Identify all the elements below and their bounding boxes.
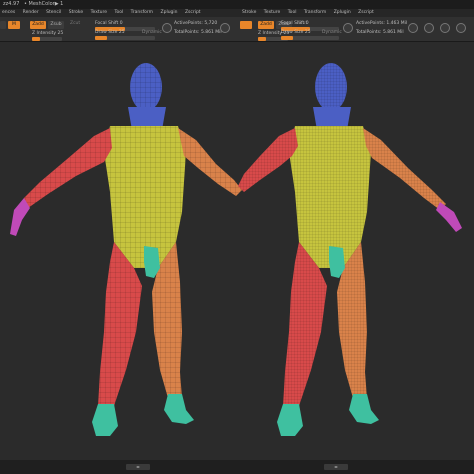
foot-right-polygroup xyxy=(277,404,303,436)
total-points-readout-right: TotalPoints: 5.861 Mil xyxy=(356,30,404,35)
menu-item[interactable]: Stroke xyxy=(242,10,256,15)
settings-icon[interactable] xyxy=(440,23,450,33)
rgb-button[interactable] xyxy=(0,21,6,29)
menu-left: ences Render Stencil Stroke Texture Tool… xyxy=(2,9,207,17)
title-bar: zz4.97 • MeshColor▶ 1 xyxy=(0,0,474,9)
zsub-button[interactable]: Zsub xyxy=(48,21,64,29)
menu-item[interactable]: Stroke xyxy=(69,10,83,15)
menu-item[interactable]: Texture xyxy=(91,10,107,15)
camera-icon[interactable] xyxy=(424,23,434,33)
hand-right-polygroup xyxy=(10,198,30,236)
active-points-readout: ActivePoints: 5,720 xyxy=(174,21,218,26)
sculptris-icon-right[interactable] xyxy=(408,23,418,33)
menu-item[interactable]: Zplugin xyxy=(161,10,178,15)
bottom-tab-right[interactable]: ◂▸ xyxy=(324,464,348,470)
hand-left-polygroup xyxy=(436,202,462,232)
foot-right-polygroup xyxy=(92,404,118,436)
foot-left-polygroup xyxy=(164,394,194,424)
bottom-tab-left[interactable]: ◂▸ xyxy=(126,464,150,470)
foot-left-polygroup xyxy=(349,394,379,424)
lightbox-icon[interactable] xyxy=(162,23,172,33)
document-name[interactable]: • MeshColor▶ 1 xyxy=(24,1,63,7)
menu-item[interactable]: Transform xyxy=(131,10,153,15)
menu-item[interactable]: Texture xyxy=(264,10,280,15)
zadd-button-right[interactable]: Zadd xyxy=(258,21,274,29)
mrgb-button[interactable]: M xyxy=(8,21,20,29)
sculptris-icon[interactable] xyxy=(220,23,230,33)
menu-item[interactable]: Transform xyxy=(304,10,326,15)
menu-item[interactable]: Render xyxy=(23,10,39,15)
draw-size-slider[interactable] xyxy=(95,36,155,40)
dynamic-toggle[interactable]: Dynamic xyxy=(142,30,162,36)
total-points-readout: TotalPoints: 5.861 Mil xyxy=(174,30,222,35)
z-intensity-slider[interactable] xyxy=(32,37,62,41)
lightbox-icon-right[interactable] xyxy=(343,23,353,33)
app-title: zz4.97 xyxy=(3,1,20,7)
zadd-button[interactable]: Zadd xyxy=(30,21,46,29)
menu-item[interactable]: ences xyxy=(2,10,15,15)
menu-right: Stroke Texture Tool Transform Zplugin Zs… xyxy=(242,9,380,17)
subdivided-mesh-model[interactable] xyxy=(238,63,462,436)
menu-item[interactable]: Stencil xyxy=(46,10,61,15)
mrgb-button-right[interactable] xyxy=(240,21,252,29)
tool-options-bar: M Zadd Zsub Zcut Z Intensity 25 Focal Sh… xyxy=(0,17,474,42)
bottom-shelf: ◂▸ ◂▸ xyxy=(0,460,474,474)
menu-item[interactable]: Zscript xyxy=(185,10,201,15)
draw-size-slider-right[interactable] xyxy=(281,36,339,40)
3d-viewport[interactable] xyxy=(0,42,474,460)
menu-item[interactable]: Tool xyxy=(114,10,123,15)
menu-item[interactable]: Tool xyxy=(288,10,297,15)
active-points-readout-right: ActivePoints: 1.463 Mil xyxy=(356,21,408,26)
menu-bar: ences Render Stencil Stroke Texture Tool… xyxy=(0,9,474,17)
viewport-canvas xyxy=(10,63,462,436)
zcut-button[interactable]: Zcut xyxy=(70,21,80,27)
dynamic-toggle-right[interactable]: Dynamic xyxy=(322,30,342,36)
base-mesh-model[interactable] xyxy=(10,63,242,436)
help-icon[interactable] xyxy=(456,23,466,33)
menu-item[interactable]: Zplugin xyxy=(334,10,351,15)
menu-item[interactable]: Zscript xyxy=(358,10,374,15)
